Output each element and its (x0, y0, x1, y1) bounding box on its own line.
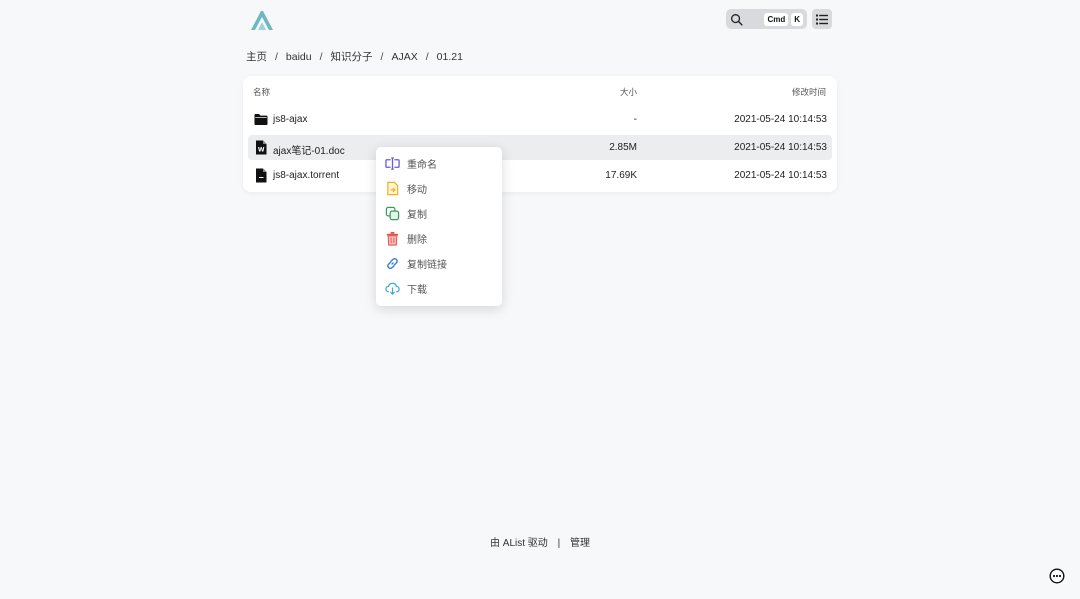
column-header-size[interactable]: 大小 (620, 86, 637, 98)
powered-by-link[interactable]: 由 AList 驱动 (490, 538, 548, 549)
menu-item-label: 重命名 (407, 159, 437, 171)
breadcrumb-separator: / (275, 50, 278, 63)
menu-item-delete[interactable]: 删除 (385, 228, 493, 248)
menu-item-label: 复制链接 (407, 259, 447, 271)
link-icon (387, 257, 398, 269)
column-header-name[interactable]: 名称 (253, 86, 270, 98)
alist-logo-icon[interactable] (249, 8, 275, 32)
file-modified: 2021-05-24 10:14:53 (734, 114, 827, 125)
context-menu: 重命名 移动 复制 删除 复制链接 下载 (376, 147, 502, 306)
file-row[interactable]: js8-ajax.torrent 17.69K 2021-05-24 10:14… (248, 163, 832, 188)
file-name: js8-ajax (273, 114, 308, 125)
menu-item-download[interactable]: 下载 (385, 278, 493, 298)
breadcrumb-baidu[interactable]: baidu (286, 51, 312, 63)
search-shortcut: Cmd K (764, 12, 803, 26)
word-file-icon: W (256, 140, 267, 155)
file-row[interactable]: W ajax笔记-01.doc 2.85M 2021-05-24 10:14:5… (248, 135, 832, 160)
menu-item-copy[interactable]: 复制 (385, 203, 493, 223)
layout-toggle-button[interactable] (812, 9, 832, 29)
file-name: js8-ajax.torrent (273, 170, 340, 181)
manage-link[interactable]: 管理 (570, 538, 590, 549)
footer-separator: | (557, 538, 561, 549)
move-icon (387, 181, 399, 195)
breadcrumb-separator: / (380, 50, 384, 63)
copy-icon (385, 206, 400, 220)
file-list: 名称 大小 修改时间 js8-ajax - 2021-05-24 10:14:5… (243, 76, 837, 192)
file-modified: 2021-05-24 10:14:53 (734, 170, 827, 181)
breadcrumb-separator: / (425, 50, 429, 63)
breadcrumb-current[interactable]: 01.21 (437, 51, 463, 63)
breadcrumb: 主页 / baidu / 知识分子 / AJAX / 01.21 (246, 49, 463, 64)
file-row[interactable]: js8-ajax - 2021-05-24 10:14:53 (248, 107, 832, 132)
file-size: 17.69K (605, 170, 637, 181)
file-size: - (633, 114, 637, 125)
delete-icon (386, 231, 399, 246)
breadcrumb-ajax[interactable]: AJAX (391, 51, 417, 63)
kbd-k: K (791, 12, 803, 26)
svg-text:W: W (258, 147, 265, 154)
breadcrumb-home[interactable]: 主页 (246, 49, 267, 64)
kbd-cmd: Cmd (764, 12, 789, 26)
menu-item-label: 删除 (407, 234, 427, 246)
menu-item-rename[interactable]: 重命名 (385, 153, 493, 173)
file-name: ajax笔记-01.doc (273, 146, 345, 157)
footer: 由 AList 驱动 | 管理 (0, 534, 1080, 549)
download-icon (385, 282, 400, 295)
column-header-modified[interactable]: 修改时间 (792, 86, 826, 98)
file-size: 2.85M (609, 142, 637, 153)
menu-item-label: 下载 (407, 284, 427, 296)
breadcrumb-zhishifenzi[interactable]: 知识分子 (331, 49, 373, 64)
menu-item-move[interactable]: 移动 (385, 178, 493, 198)
menu-item-label: 复制 (407, 209, 427, 221)
menu-item-copy-link[interactable]: 复制链接 (385, 253, 493, 273)
list-view-icon (816, 14, 828, 24)
folder-icon (254, 114, 268, 125)
search-box[interactable]: Cmd K (726, 9, 807, 29)
rename-icon (385, 156, 400, 170)
menu-item-label: 移动 (407, 184, 427, 196)
breadcrumb-separator: / (319, 50, 323, 63)
file-modified: 2021-05-24 10:14:53 (734, 142, 827, 153)
more-options-icon[interactable] (1049, 568, 1065, 584)
file-icon (256, 168, 267, 183)
search-icon (731, 13, 743, 26)
